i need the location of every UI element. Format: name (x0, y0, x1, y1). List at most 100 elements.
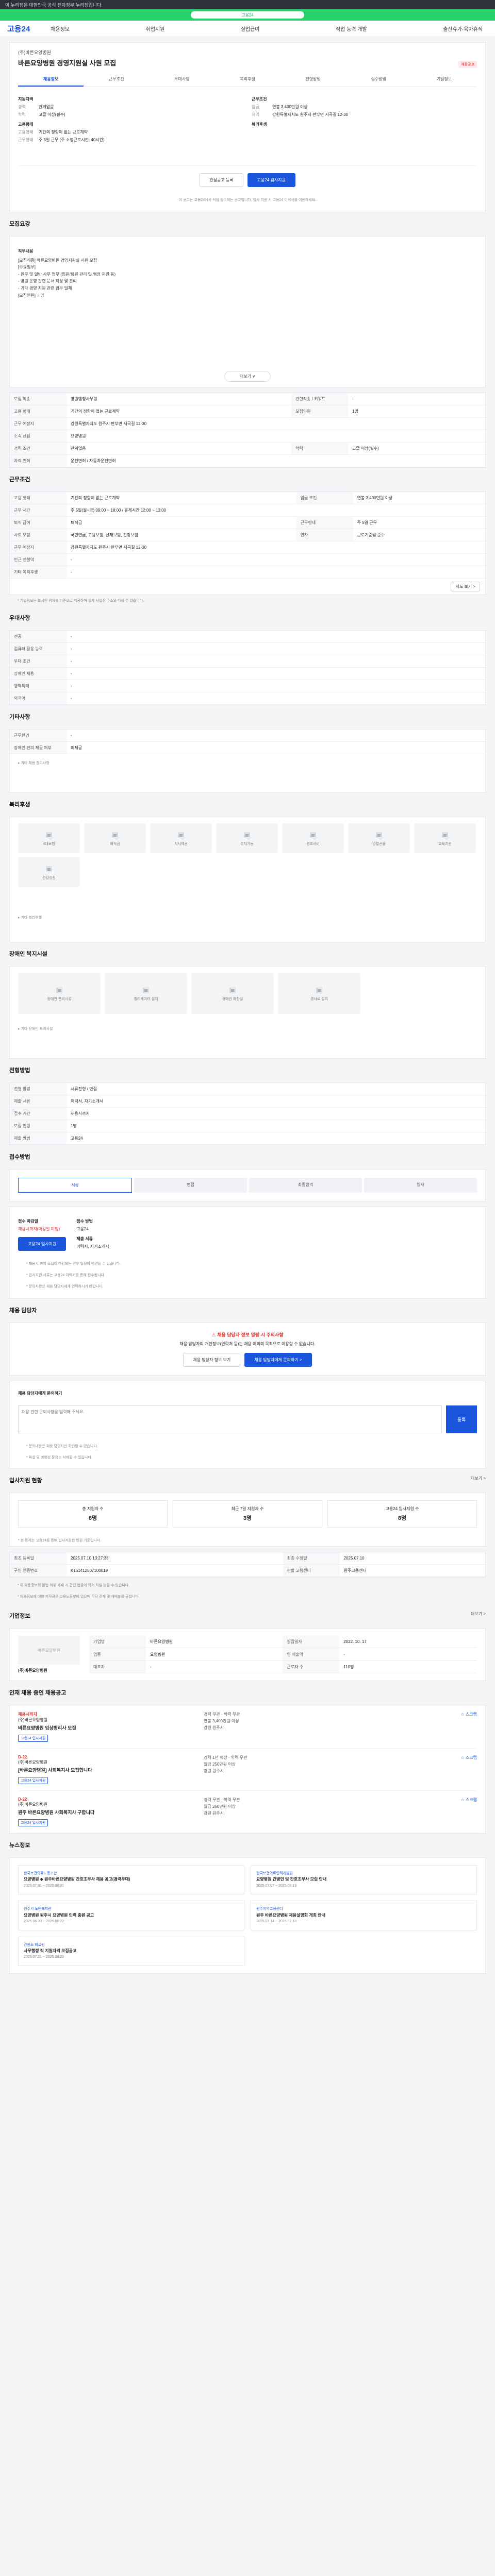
preference-section-title: 우대사항 (9, 615, 30, 622)
tab-2[interactable]: 우대사항 (149, 73, 214, 87)
news-title[interactable]: 원주 바른요양병원 채용설명회 개최 안내 (256, 1912, 471, 1919)
scrap-button[interactable]: ☆ 스크랩 (461, 1712, 477, 1717)
welfare-item: ▣ 퇴직금 (84, 823, 146, 854)
recruit-key: 학력 (291, 442, 348, 455)
more-button[interactable]: 더보기 ∨ (224, 371, 271, 382)
company-key: 설립일자 (283, 1636, 340, 1649)
manager-inquiry-button[interactable]: 채용 담당자에게 문의하기 > (244, 1353, 312, 1367)
other-card: 근무환경 - 장애인 편의 제공 여부 미제공 ▸ 기타 채용 참고사항 (9, 729, 486, 793)
news-title[interactable]: 사무행정 직 지원자격 모집공고 (24, 1948, 239, 1955)
employment-heading: 고용형태 (18, 122, 34, 127)
company-name[interactable]: (주)바른요양병원 (18, 49, 477, 56)
related-company[interactable]: (주)바른요양병원 (18, 1802, 204, 1807)
stat-value: 8명 (398, 1515, 407, 1522)
company-value: 요양병원 (146, 1648, 283, 1661)
stats-more-link[interactable]: 더보기 > (471, 1476, 486, 1481)
gnb-item-1[interactable]: 취업지원 (141, 25, 170, 32)
welfare-icons: ▣ 4대보험 ▣ 퇴직금 ▣ 식사제공 ▣ 주차가능 ▣ 경조사비 ▣ 명절선물 ▣ 교육지원 ▣ 건강검진 (10, 817, 485, 893)
related-tag: 고용24 입사지원 (18, 1819, 48, 1827)
employment-value: 주 5일 근무 (주 소정근로시간: 40시간) (39, 138, 105, 142)
news-source: 강원도 의료원 (24, 1943, 45, 1947)
detail-tabs: 채용정보 근무조건 우대사항 복리후생 전형방법 접수방법 기업정보 (18, 73, 477, 87)
related-list: 채용시까지 (주)바른요양병원 바른요양병원 임상병리사 모집 고용24 입사지원 경력… (10, 1705, 485, 1834)
gnb-item-3[interactable]: 직업 능력 개발 (331, 25, 372, 32)
employment-row: 고용형태 기간의 정함이 없는 근로계약 (18, 129, 243, 135)
related-region: 강원 원주시 (204, 1810, 224, 1816)
top-banner[interactable]: 고용24 (0, 9, 495, 21)
related-region: 강원 원주시 (204, 1725, 224, 1730)
tab-4[interactable]: 전형방법 (280, 73, 346, 87)
preference-row: 우대 조건 - (10, 655, 485, 668)
preference-key: 우대 조건 (10, 655, 67, 668)
other-key: 장애인 편의 제공 여부 (10, 741, 67, 755)
apply-button-2[interactable]: 고용24 입사지원 (18, 1237, 67, 1251)
related-company[interactable]: (주)바른요양병원 (18, 1759, 204, 1765)
news-title[interactable]: 요양병원 원주시 요양병원 인력 충원 공고 (24, 1912, 239, 1919)
inquiry-label: 채용 담당자에게 문의하기 (18, 1391, 62, 1396)
recruit-value: - (348, 393, 485, 406)
process-key: 전형 방법 (10, 1083, 67, 1096)
tab-1[interactable]: 근무조건 (84, 73, 149, 87)
tab-5[interactable]: 접수방법 (346, 73, 411, 87)
scrap-button[interactable]: ☆ 스크랩 (461, 1755, 477, 1760)
apply-button[interactable]: 고용24 입사지원 (247, 173, 295, 187)
recruit-row: 소속 산업 요양병원 (10, 430, 485, 443)
news-item[interactable]: 한국보건의료노동조합 요양병원 ◆ 원주바른요양병원 간호조무사 채용 공고(경력… (18, 1865, 244, 1895)
recruit-key: 근무 예정지 (10, 417, 67, 431)
tab-3[interactable]: 복리후생 (214, 73, 280, 87)
inquiry-textarea[interactable] (18, 1405, 442, 1434)
disability-icon: ▣ (142, 985, 150, 994)
related-info: 경력 무관 · 학력 무관 (204, 1712, 240, 1717)
news-source: 원주시 노인복지관 (24, 1907, 52, 1911)
gov-notice-bar: 이 누리집은 대한민국 공식 전자정부 누리집입니다. (0, 0, 495, 9)
condition-key: 임금 조건 (296, 492, 353, 505)
gnb-item-4[interactable]: 출산휴가·육아휴직 (438, 25, 488, 32)
preference-key: 장애인 채용 (10, 667, 67, 681)
manager-warning: ⚠ 채용 담당자 정보 열람 시 주의사항 채용 담당자의 개인정보(연락처 등… (9, 1323, 486, 1376)
related-job[interactable]: D-22 (주)바른요양병원 [바른요양병원] 사회복지사 모집합니다 고용24 입사… (18, 1749, 477, 1791)
news-card: 한국보건의료노동조합 요양병원 ◆ 원주바른요양병원 간호조무사 채용 공고(경력… (9, 1857, 486, 1974)
inquiry-submit-button[interactable]: 등록 (446, 1405, 477, 1434)
news-date: 2025.07.21 ~ 2025.08.20 (24, 1955, 64, 1959)
news-title[interactable]: 요양병원 간병인 및 간호조무사 모집 안내 (256, 1876, 471, 1883)
related-region: 강원 원주시 (204, 1768, 224, 1773)
related-title[interactable]: 원주 바른요양병원 사회복지사 구합니다 (18, 1809, 204, 1816)
related-job[interactable]: 채용시까지 (주)바른요양병원 바른요양병원 임상병리사 모집 고용24 입사지원 경력… (18, 1705, 477, 1749)
company-value: 2022. 10. 17 (339, 1636, 477, 1649)
gnb-item-2[interactable]: 실업급여 (236, 25, 265, 32)
news-item[interactable]: 원주시 노인복지관 요양병원 원주시 요양병원 인력 충원 공고 2025.06.3… (18, 1901, 244, 1930)
scrap-button[interactable]: ☆ 스크랩 (461, 1798, 477, 1802)
process-row: 제출 방법 고용24 (10, 1132, 485, 1145)
stat-label: 총 지원자 수 (82, 1506, 104, 1512)
welfare-label: 주차가능 (240, 842, 254, 846)
preference-table: 전공 - 컴퓨터 활용 능력 - 우대 조건 - 장애인 채용 - 병역특례 - 외국어 - (10, 631, 485, 705)
related-company[interactable]: (주)바른요양병원 (18, 1717, 204, 1723)
scrap-button[interactable]: 관심공고 등록 (200, 173, 243, 187)
related-title[interactable]: 바른요양병원 임상병리사 모집 (18, 1724, 204, 1731)
related-job[interactable]: D-22 (주)바른요양병원 원주 바른요양병원 사회복지사 구합니다 고용24 입사… (18, 1791, 477, 1834)
news-item[interactable]: 한국보건의료인력개발원 요양병원 간병인 및 간호조무사 모집 안내 2025.07… (251, 1865, 477, 1895)
gnb-item-0[interactable]: 채용정보 (45, 25, 75, 32)
apply-note: * 입사지원 서류는 고용24 이력서를 통해 접수됩니다. (26, 1274, 105, 1278)
recruit-value: 강원특별자치도 원주시 판부면 서곡길 12-30 (67, 417, 485, 431)
news-item[interactable]: 강원도 의료원 사무행정 직 지원자격 모집공고 2025.07.21 ~ 2025… (18, 1936, 244, 1966)
disability-more: ▸ 기타 장애인 복지시설 (18, 1027, 53, 1031)
company-card-name[interactable]: (주)바른요양병원 (18, 1668, 80, 1673)
related-title[interactable]: [바른요양병원] 사회복지사 모집합니다 (18, 1767, 204, 1773)
site-logo[interactable]: 고용24 (7, 23, 30, 34)
tab-6[interactable]: 기업정보 (411, 73, 477, 87)
news-title[interactable]: 요양병원 ◆ 원주바른요양병원 간호조무사 채용 공고(경력우대) (24, 1876, 239, 1883)
tab-0[interactable]: 채용정보 (18, 73, 84, 87)
map-button[interactable]: 지도 보기 > (451, 582, 480, 592)
register-note: * 채용정보에 대한 저작권은 고용노동부에 있으며 무단 전재 및 재배포를 … (18, 1595, 140, 1599)
manager-info-button[interactable]: 채용 담당자 정보 보기 (183, 1353, 241, 1367)
preference-row: 외국어 - (10, 692, 485, 705)
welfare-heading: 복리후생 (252, 122, 267, 127)
recruit-value: 병원행정사무원 (67, 393, 291, 406)
company-more-link[interactable]: 더보기 > (471, 1611, 486, 1617)
condition-key: 지역 (252, 112, 259, 117)
news-item[interactable]: 원주지역고용센터 원주 바른요양병원 채용설명회 개최 안내 2025.07.14 … (251, 1901, 477, 1930)
preference-value: - (67, 655, 485, 668)
news-date: 2025.07.14 ~ 2025.07.18 (256, 1920, 297, 1924)
stat-value: 3명 (243, 1515, 252, 1522)
